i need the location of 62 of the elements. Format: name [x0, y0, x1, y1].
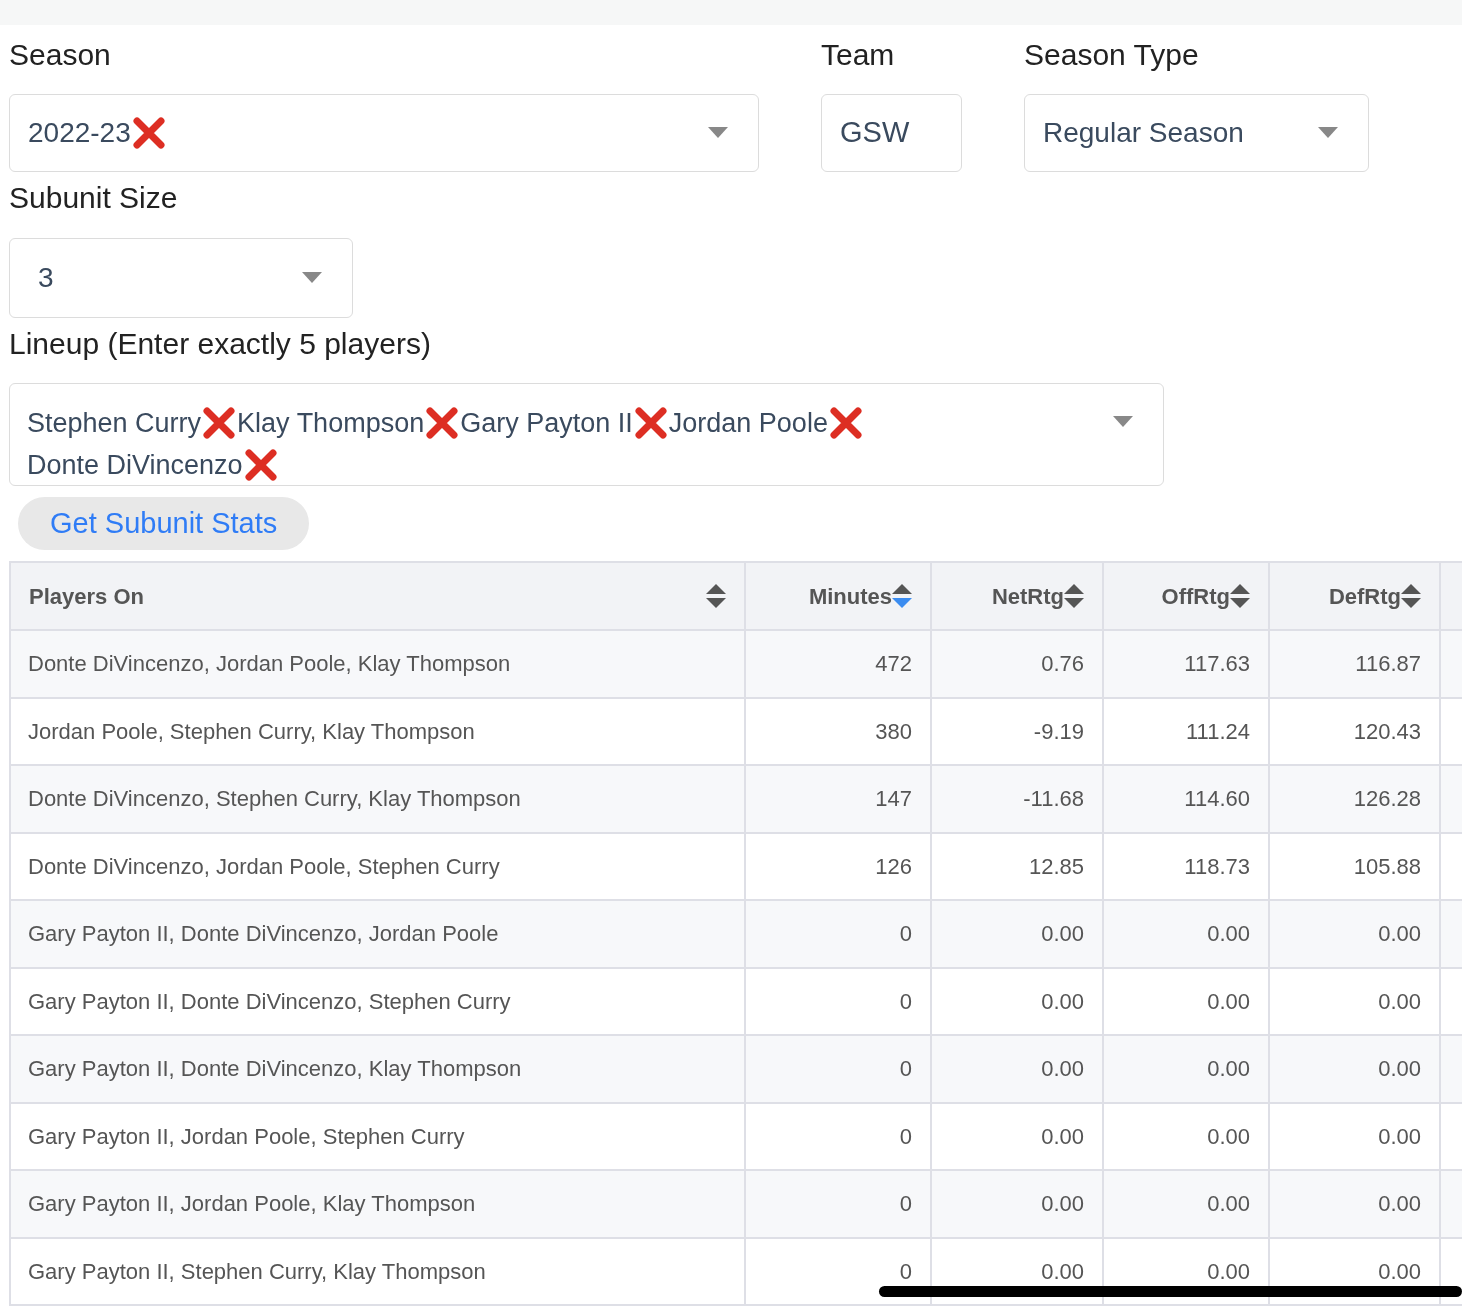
select-field[interactable]: GSW: [821, 94, 962, 172]
table-cell: 0.00: [931, 900, 1103, 968]
selected-player: Donte DiVincenzo: [27, 449, 243, 482]
sort-icon[interactable]: [1230, 583, 1250, 609]
selected-player: Stephen Curry: [27, 407, 202, 440]
table-cell: 0.00: [1269, 1170, 1440, 1238]
table-cell: 0.00: [1269, 900, 1440, 968]
remove-icon[interactable]: [632, 405, 669, 441]
table-cell: Donte DiVincenzo, Jordan Poole, Klay Thompson: [10, 630, 745, 698]
select-value: GSW: [840, 115, 910, 151]
remove-icon[interactable]: [201, 405, 238, 441]
table-cell: -11.68: [931, 765, 1103, 833]
table-cell: 0.76: [931, 630, 1103, 698]
select-value: 2022-23: [28, 116, 131, 150]
select-value: 3: [38, 261, 54, 295]
table-cell: 147: [745, 765, 931, 833]
table-cell: 116.87: [1269, 630, 1440, 698]
selected-player: Klay Thompson: [237, 407, 425, 440]
table-cell: 114.60: [1103, 765, 1269, 833]
table-cell: 0: [745, 900, 931, 968]
select-field[interactable]: Regular Season: [1024, 94, 1369, 172]
sort-icon[interactable]: [892, 583, 912, 609]
table-cell: Gary Payton II, Stephen Curry, Klay Thompson: [10, 1237, 745, 1305]
remove-icon[interactable]: [242, 447, 279, 483]
table-cell: Donte DiVincenzo, Stephen Curry, Klay Thompson: [10, 765, 745, 833]
caret-icon: [1318, 127, 1338, 139]
scrollbar[interactable]: [879, 1286, 1462, 1297]
field-label: Lineup (Enter exactly 5 players): [9, 326, 432, 362]
table-cell: 0.00: [1103, 900, 1269, 968]
table-cell: 472: [745, 630, 931, 698]
select-field[interactable]: 3: [9, 238, 353, 318]
table-cell: 0.00: [1103, 1035, 1269, 1103]
table-cell: 0.00: [1269, 1035, 1440, 1103]
table-cell: 126.28: [1269, 765, 1440, 833]
table-cell: Gary Payton II, Jordan Poole, Klay Thompson: [10, 1170, 745, 1238]
field-label: Team: [821, 37, 896, 73]
table-cell: 0: [745, 1035, 931, 1103]
select-field[interactable]: 2022-23: [9, 94, 759, 172]
field-label: Season Type: [1024, 37, 1200, 73]
remove-icon[interactable]: [424, 405, 461, 441]
sort-icon[interactable]: [1401, 583, 1421, 609]
caret-icon: [302, 272, 322, 284]
field-label: Subunit Size: [9, 180, 179, 216]
selected-player: Jordan Poole: [668, 407, 828, 440]
remove-icon[interactable]: [827, 405, 864, 441]
table-cell: Gary Payton II, Donte DiVincenzo, Jordan Poole: [10, 900, 745, 968]
table-cell: 0.00: [1103, 1170, 1269, 1238]
column-header[interactable]: Players On: [10, 562, 745, 630]
caret-icon: [708, 127, 728, 139]
field-label: Season: [9, 37, 112, 73]
table-cell: 0: [745, 1170, 931, 1238]
caret-icon: [1113, 416, 1133, 428]
table-cell: 117.63: [1103, 630, 1269, 698]
table-cell: 0.00: [931, 1035, 1103, 1103]
sort-icon[interactable]: [1064, 583, 1084, 609]
multi-select-field[interactable]: Stephen Curry Klay Thompson Gary Payton II Jordan Poole Donte DiVincenzo: [9, 383, 1164, 486]
selected-player: Gary Payton II: [460, 407, 633, 440]
remove-icon[interactable]: [130, 115, 167, 151]
table-cell: Gary Payton II, Donte DiVincenzo, Klay Thompson: [10, 1035, 745, 1103]
select-value: Regular Season: [1043, 116, 1244, 150]
sort-icon[interactable]: [706, 583, 726, 609]
table-cell: 0.00: [931, 1170, 1103, 1238]
